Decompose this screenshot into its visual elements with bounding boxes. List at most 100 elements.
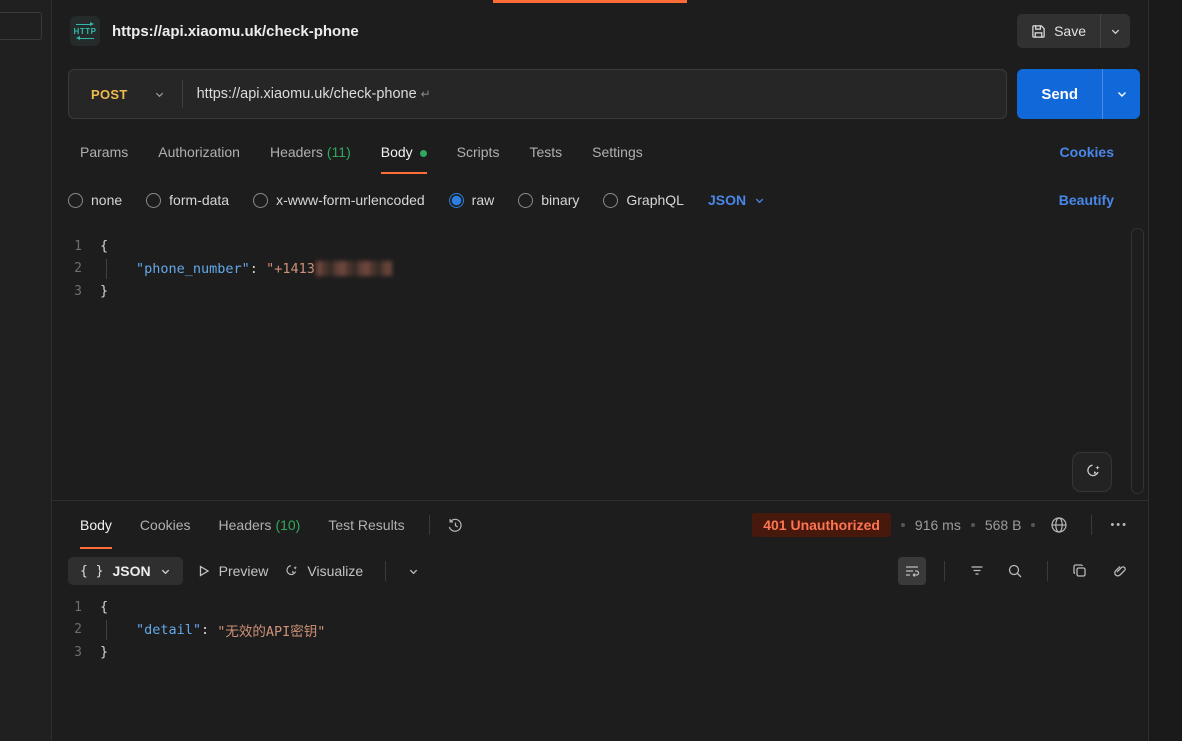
tab-label: Scripts: [457, 144, 500, 160]
code-line: 2"phone_number": "+1413: [52, 258, 1148, 281]
preview-label: Preview: [219, 563, 269, 579]
code-line: 3}: [52, 641, 1148, 664]
response-tab-cookies[interactable]: Cookies: [128, 505, 203, 545]
search-button[interactable]: [1001, 557, 1029, 585]
json-value: "+1413: [266, 261, 315, 277]
search-icon: [1007, 563, 1023, 579]
request-body-editor[interactable]: 1{ 2"phone_number": "+1413 3}: [52, 222, 1148, 500]
visualize-label: Visualize: [307, 563, 363, 579]
method-label: POST: [91, 87, 128, 102]
send-button[interactable]: Send: [1017, 69, 1102, 119]
url-input[interactable]: https://api.xiaomu.uk/check-phone↵: [183, 86, 1007, 102]
braces-icon: { }: [80, 564, 103, 579]
save-button[interactable]: Save: [1017, 14, 1100, 48]
postbot-button[interactable]: [1072, 452, 1112, 492]
arrow-left-icon: [76, 36, 94, 41]
response-tabs: Body Cookies Headers(10) Test Results 40…: [52, 501, 1148, 549]
response-tab-body[interactable]: Body: [68, 505, 124, 545]
radio-icon: [253, 193, 268, 208]
radio-graphql[interactable]: GraphQL: [603, 192, 684, 208]
request-tabs: Params Authorization Headers(11) Body Sc…: [52, 126, 1148, 178]
response-history-button[interactable]: [442, 511, 470, 539]
response-section: Body Cookies Headers(10) Test Results 40…: [52, 500, 1148, 741]
network-info-button[interactable]: [1045, 511, 1073, 539]
line-number: 3: [52, 284, 100, 299]
radio-raw[interactable]: raw: [449, 192, 495, 208]
request-url-box: POST https://api.xiaomu.uk/check-phone↵: [68, 69, 1007, 119]
radio-icon: [146, 193, 161, 208]
send-button-group: Send: [1017, 69, 1140, 119]
tab-headers[interactable]: Headers(11): [258, 134, 363, 170]
response-body-viewer[interactable]: 1{ 2"detail": "无效的API密钥" 3}: [52, 593, 1148, 741]
link-button[interactable]: [1104, 557, 1132, 585]
filter-button[interactable]: [963, 557, 991, 585]
tab-label: Tests: [529, 144, 562, 160]
more-options-button[interactable]: •••: [1110, 519, 1128, 531]
radio-binary[interactable]: binary: [518, 192, 579, 208]
beautify-link[interactable]: Beautify: [1059, 192, 1132, 208]
link-icon: [1110, 563, 1126, 579]
send-options-caret[interactable]: [1102, 69, 1140, 119]
tab-label: Body: [381, 144, 413, 160]
radio-label: raw: [472, 192, 495, 208]
chevron-down-icon: [1110, 26, 1121, 37]
right-sidebar-rail: [1148, 0, 1182, 741]
radio-none[interactable]: none: [68, 192, 122, 208]
language-selector[interactable]: JSON: [708, 192, 765, 208]
chevron-down-icon[interactable]: [408, 566, 419, 577]
tab-scripts[interactable]: Scripts: [445, 134, 512, 170]
language-label: JSON: [708, 192, 746, 208]
response-meta: 401 Unauthorized 916 ms 568 B •••: [752, 511, 1132, 539]
radio-selected-icon: [449, 193, 464, 208]
tab-params[interactable]: Params: [68, 134, 140, 170]
method-selector[interactable]: POST: [69, 87, 182, 102]
status-badge[interactable]: 401 Unauthorized: [752, 513, 891, 537]
copy-button[interactable]: [1066, 557, 1094, 585]
floppy-disk-icon: [1031, 24, 1046, 39]
tab-authorization[interactable]: Authorization: [146, 134, 252, 170]
chevron-down-icon: [160, 566, 171, 577]
request-url-row: POST https://api.xiaomu.uk/check-phone↵ …: [52, 62, 1148, 126]
divider: [385, 561, 386, 581]
tab-body[interactable]: Body: [369, 134, 439, 170]
radio-urlencoded[interactable]: x-www-form-urlencoded: [253, 192, 425, 208]
main-panel: HTTP https://api.xiaomu.uk/check-phone S…: [52, 0, 1148, 741]
response-editor-actions: [898, 557, 1132, 585]
response-format-selector[interactable]: { } JSON: [68, 557, 183, 585]
wrap-text-button[interactable]: [898, 557, 926, 585]
save-options-caret[interactable]: [1100, 14, 1130, 48]
globe-icon: [1050, 516, 1068, 534]
indent-guide: [106, 259, 136, 279]
code-line: 2"detail": "无效的API密钥": [52, 619, 1148, 642]
separator-dot: [971, 523, 975, 527]
line-number: 1: [52, 600, 100, 615]
radio-label: x-www-form-urlencoded: [276, 192, 425, 208]
radio-icon: [518, 193, 533, 208]
format-label: JSON: [112, 563, 150, 579]
chevron-down-icon: [154, 89, 164, 99]
tab-label: Cookies: [140, 517, 191, 533]
editor-scrollbar[interactable]: [1131, 228, 1144, 494]
indent-guide: [106, 620, 136, 640]
sidebar-partial-tab[interactable]: [0, 12, 42, 40]
filter-icon: [969, 563, 985, 579]
radio-form-data[interactable]: form-data: [146, 192, 229, 208]
tab-tests[interactable]: Tests: [517, 134, 574, 170]
code-line: 1{: [52, 596, 1148, 619]
response-size[interactable]: 568 B: [985, 517, 1022, 533]
url-text: https://api.xiaomu.uk/check-phone: [197, 86, 417, 102]
line-number: 1: [52, 239, 100, 254]
response-time[interactable]: 916 ms: [915, 517, 961, 533]
visualize-button[interactable]: Visualize: [282, 563, 363, 580]
headers-count: (11): [327, 144, 351, 160]
tab-settings[interactable]: Settings: [580, 134, 655, 170]
line-number: 3: [52, 645, 100, 660]
cookies-link[interactable]: Cookies: [1060, 144, 1132, 160]
response-tab-test-results[interactable]: Test Results: [316, 505, 416, 545]
active-tab-indicator: [493, 0, 687, 3]
json-key: "phone_number": [136, 261, 250, 277]
line-number: 2: [52, 622, 100, 637]
response-tab-headers[interactable]: Headers(10): [207, 505, 313, 545]
divider: [429, 515, 430, 535]
preview-button[interactable]: Preview: [197, 563, 269, 579]
